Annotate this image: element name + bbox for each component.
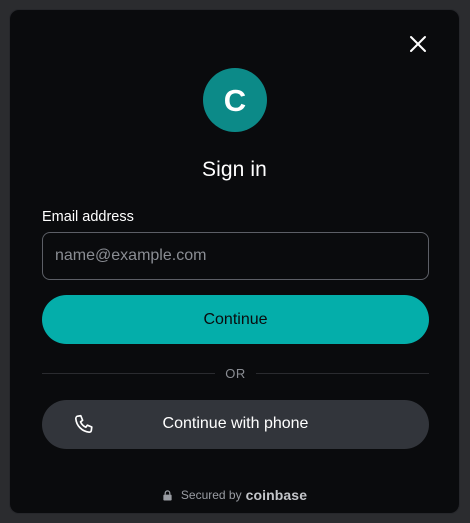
close-icon xyxy=(410,36,426,52)
avatar: C xyxy=(203,68,267,132)
brand-logo-text: coinbase xyxy=(245,487,308,503)
continue-button[interactable]: Continue xyxy=(42,295,429,344)
divider-text: OR xyxy=(225,365,246,381)
secured-text: Secured by xyxy=(180,488,242,502)
avatar-letter: C xyxy=(223,82,247,118)
or-divider: OR xyxy=(42,363,429,383)
phone-button-label: Continue with phone xyxy=(162,415,309,432)
email-label: Email address xyxy=(42,209,134,225)
divider-line-right xyxy=(255,372,429,374)
continue-with-phone-button[interactable]: Continue with phone xyxy=(42,400,429,449)
secured-footer: Secured by coinbase xyxy=(10,487,459,503)
close-button[interactable] xyxy=(407,33,429,55)
sign-in-modal: C Sign in Email address Continue OR Cont… xyxy=(9,9,460,514)
email-field[interactable] xyxy=(42,232,429,280)
lock-icon xyxy=(163,489,172,501)
divider-line-left xyxy=(42,372,216,374)
page-title: Sign in xyxy=(202,158,267,181)
